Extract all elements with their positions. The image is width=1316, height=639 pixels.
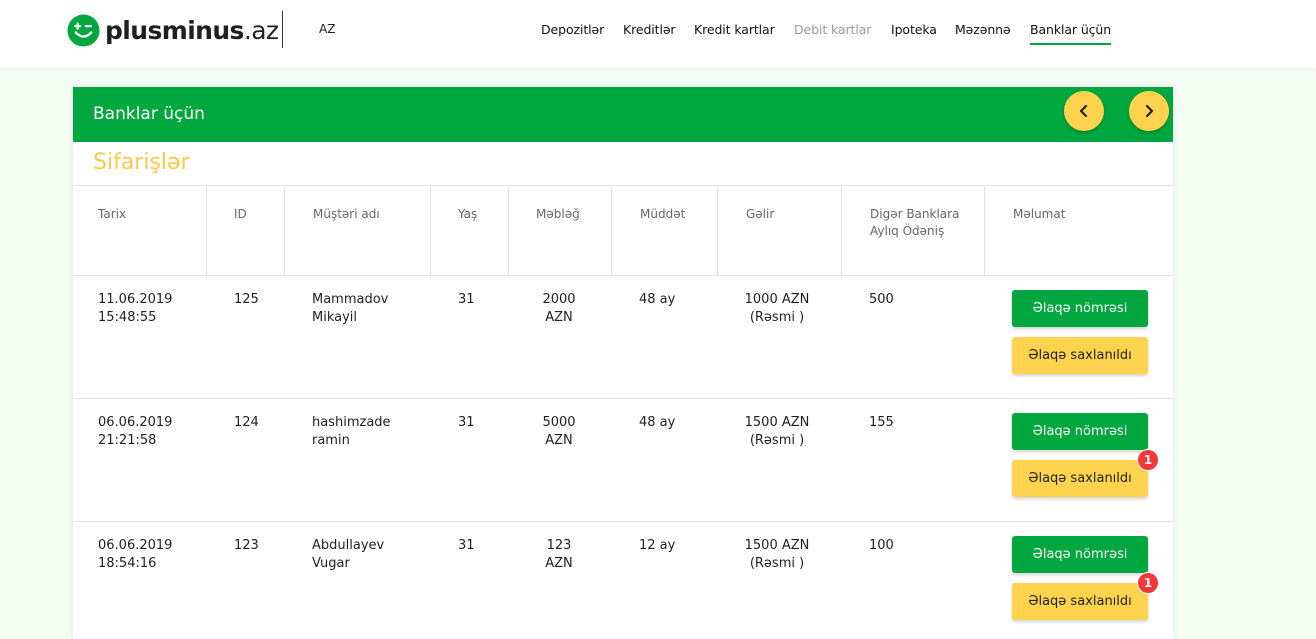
- nav-item-banklar-ucun[interactable]: Banklar üçün: [1030, 22, 1111, 45]
- row-date: 06.06.2019 21:21:58: [98, 415, 173, 448]
- notification-badge: 1: [1137, 449, 1159, 471]
- row-income: 1000 AZN (Rəsmi ): [744, 292, 810, 325]
- column-header-customer: Müştəri adı: [313, 207, 380, 221]
- column-header-age: Yaş: [458, 207, 478, 221]
- language-switch[interactable]: AZ: [319, 22, 335, 36]
- row-divider: [73, 275, 1173, 276]
- contact-number-button[interactable]: Əlaqə nömrəsi: [1012, 413, 1148, 450]
- nav-item-kreditler[interactable]: Kreditlər: [623, 22, 676, 37]
- row-age: 31: [458, 538, 475, 553]
- row-divider: [73, 521, 1173, 522]
- column-divider: [717, 185, 718, 275]
- column-header-income: Gəlir: [746, 207, 775, 221]
- row-id: 125: [234, 292, 259, 307]
- row-id: 124: [234, 415, 259, 430]
- site-logo[interactable]: plusminus.az: [67, 12, 279, 48]
- nav-item-debit-kartlar[interactable]: Debit kartlar: [794, 22, 871, 37]
- panel-header: Banklar üçün: [73, 87, 1173, 142]
- row-amount: 123 AZN: [545, 538, 573, 571]
- top-navigation-bar: plusminus.az AZ Depozitlər Kreditlər Kre…: [0, 0, 1316, 68]
- row-term: 48 ay: [639, 292, 676, 307]
- row-other-payments: 100: [869, 538, 894, 553]
- previous-button[interactable]: [1064, 91, 1104, 131]
- nav-item-kredit-kartlar[interactable]: Kredit kartlar: [694, 22, 775, 37]
- chevron-right-icon: [1145, 104, 1154, 118]
- row-id: 123: [234, 538, 259, 553]
- row-customer-name: Mammadov Mikayil: [312, 292, 389, 325]
- row-other-payments: 155: [869, 415, 894, 430]
- column-divider: [841, 185, 842, 275]
- column-divider: [611, 185, 612, 275]
- contact-saved-button[interactable]: Əlaqə saxlanıldı: [1012, 583, 1148, 620]
- column-header-info: Məlumat: [1013, 207, 1066, 221]
- row-amount: 5000 AZN: [542, 415, 576, 448]
- row-term: 48 ay: [639, 415, 676, 430]
- next-button[interactable]: [1129, 91, 1169, 131]
- row-income: 1500 AZN (Rəsmi ): [744, 415, 810, 448]
- section-title: Sifarişlər: [93, 150, 190, 175]
- row-other-payments: 500: [869, 292, 894, 307]
- column-header-id: ID: [234, 207, 247, 221]
- column-header-term: Müddət: [640, 207, 686, 221]
- contact-saved-button[interactable]: Əlaqə saxlanıldı: [1012, 337, 1148, 374]
- column-divider: [508, 185, 509, 275]
- header-divider: [282, 11, 283, 48]
- logo-text: plusminus.az: [105, 15, 279, 45]
- row-date: 06.06.2019 18:54:16: [98, 538, 173, 571]
- column-header-amount: Məbləğ: [536, 207, 580, 221]
- column-header-other-payments: Digər Banklara Aylıq Ödəniş: [870, 207, 960, 238]
- row-customer-name: hashimzade ramin: [312, 415, 391, 448]
- row-age: 31: [458, 292, 475, 307]
- table-top-border: [73, 185, 1173, 186]
- smiley-logo-icon: [67, 13, 100, 47]
- row-income: 1500 AZN (Rəsmi ): [744, 538, 810, 571]
- row-amount: 2000 AZN: [542, 292, 576, 325]
- chevron-left-icon: [1079, 104, 1088, 118]
- column-divider: [284, 185, 285, 275]
- contact-number-button[interactable]: Əlaqə nömrəsi: [1012, 536, 1148, 573]
- column-header-date: Tarix: [98, 207, 127, 221]
- row-age: 31: [458, 415, 475, 430]
- contact-saved-button[interactable]: Əlaqə saxlanıldı: [1012, 460, 1148, 497]
- contact-number-button[interactable]: Əlaqə nömrəsi: [1012, 290, 1148, 327]
- panel-title: Banklar üçün: [93, 104, 205, 124]
- nav-item-mezenne[interactable]: Məzənnə: [955, 22, 1011, 37]
- column-divider: [984, 185, 985, 275]
- nav-item-depozitler[interactable]: Depozitlər: [541, 22, 604, 37]
- orders-panel: Banklar üçün Sifarişlər Tarix ID Müştəri…: [73, 87, 1173, 639]
- row-date: 11.06.2019 15:48:55: [98, 292, 173, 325]
- row-term: 12 ay: [639, 538, 676, 553]
- nav-item-ipoteka[interactable]: Ipoteka: [891, 22, 937, 37]
- row-customer-name: Abdullayev Vugar: [312, 538, 385, 571]
- column-divider: [206, 185, 207, 275]
- notification-badge: 1: [1137, 572, 1159, 594]
- column-divider: [430, 185, 431, 275]
- row-divider: [73, 398, 1173, 399]
